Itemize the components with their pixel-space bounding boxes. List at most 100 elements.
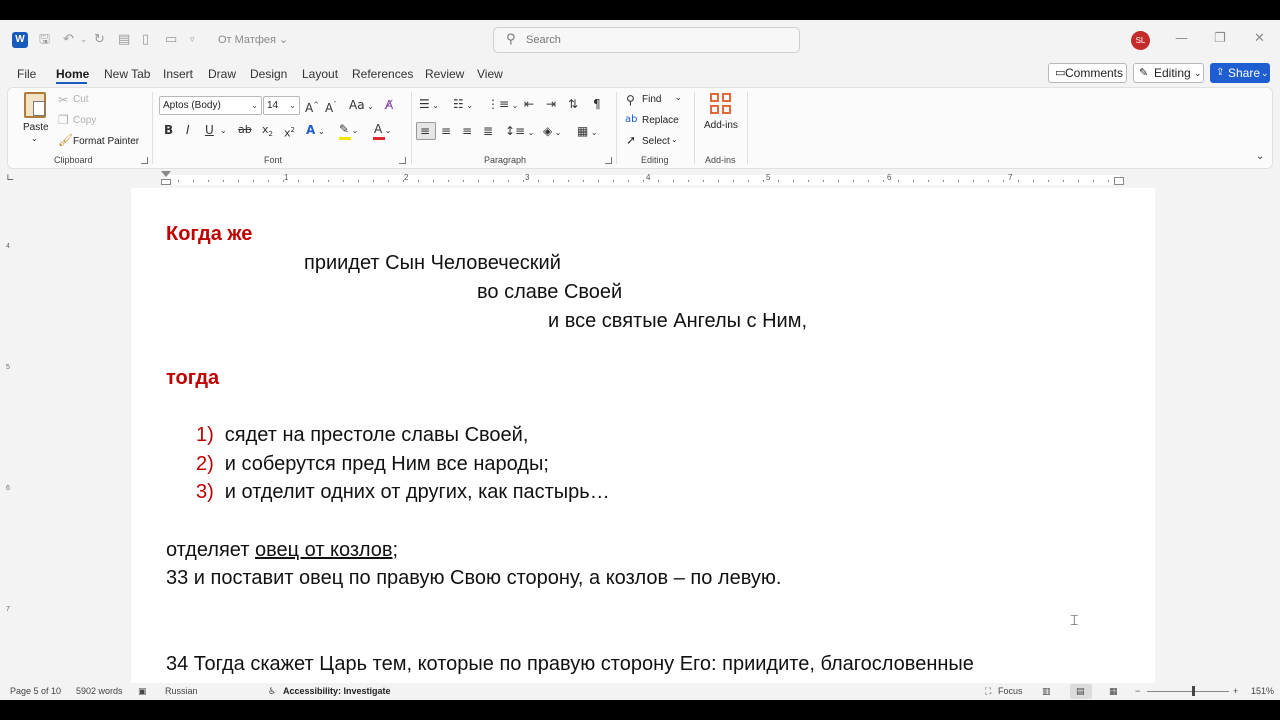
bold-icon[interactable]: B [164, 123, 173, 137]
ruler-tick [1108, 180, 1109, 182]
ruler-tick [853, 180, 854, 182]
read-mode-icon[interactable]: ▥ [1042, 686, 1051, 697]
underline-icon[interactable]: U [205, 123, 214, 137]
change-case-icon[interactable]: Aa ⌄ [349, 98, 374, 114]
format-painter-button[interactable]: Format Painter [73, 136, 139, 147]
clipboard-launcher-icon[interactable] [141, 157, 148, 164]
borders-icon[interactable]: ▦ ⌄ [577, 124, 598, 140]
chevron-down-icon[interactable]: ⌄ [675, 93, 682, 102]
ruler-tick [733, 180, 734, 182]
divider [616, 92, 617, 164]
bullets-icon[interactable]: ☰ ⌄ [419, 97, 439, 113]
accessibility-status[interactable]: Accessibility: Investigate [283, 686, 391, 696]
ruler-tick [673, 180, 674, 182]
ruler-tick [763, 180, 764, 182]
zoom-out-icon[interactable]: − [1135, 686, 1140, 696]
grow-font-icon[interactable]: A^ [305, 98, 319, 115]
undo-icon[interactable]: ↶ [63, 31, 74, 49]
restore-button[interactable]: ❐ [1214, 31, 1226, 46]
ruler-tick [223, 180, 224, 182]
font-name-dropdown[interactable]: Aptos (Body) ⌄ [159, 96, 262, 115]
chevron-down-icon[interactable]: ⌄ [671, 135, 678, 144]
customize-toolbar-icon[interactable]: ▿ [190, 31, 195, 49]
numbering-icon[interactable]: ☷ ⌄ [453, 97, 473, 113]
web-layout-icon[interactable]: ▦ [1109, 686, 1118, 697]
ruler-tick [508, 180, 509, 182]
editing-mode-button[interactable]: ✎ Editing ⌄ [1133, 63, 1204, 83]
select-button[interactable]: Select [642, 136, 670, 147]
justify-icon[interactable]: ≣ [483, 124, 493, 138]
close-button[interactable]: ✕ [1254, 31, 1265, 46]
new-document-icon[interactable]: ▯ [142, 31, 149, 49]
shading-icon[interactable]: ◈ ⌄ [543, 124, 561, 140]
language-indicator[interactable]: Russian [165, 686, 198, 696]
paragraph-launcher-icon[interactable] [605, 157, 612, 164]
align-right-icon[interactable]: ≡ [462, 124, 472, 138]
clear-formatting-icon[interactable]: A̸ [385, 98, 393, 112]
search-input[interactable] [526, 32, 786, 48]
multilevel-list-icon[interactable]: ⋮≡ ⌄ [487, 97, 518, 113]
collapse-ribbon-icon[interactable]: ⌄ [1256, 150, 1264, 164]
focus-button[interactable]: Focus [998, 686, 1023, 696]
zoom-slider[interactable] [1147, 691, 1229, 692]
sort-icon[interactable]: ⇅ [568, 97, 578, 111]
tab-view[interactable]: View [477, 67, 503, 81]
tab-references[interactable]: References [352, 67, 413, 81]
font-color-icon[interactable]: A ⌄ [374, 122, 391, 138]
minimize-button[interactable]: — [1175, 31, 1188, 46]
right-indent-marker[interactable] [1114, 177, 1124, 185]
tab-layout[interactable]: Layout [302, 67, 338, 81]
tab-review[interactable]: Review [425, 67, 464, 81]
decrease-indent-icon[interactable]: ⇤ [524, 97, 534, 111]
comments-button[interactable]: ▭ Comments [1048, 63, 1127, 83]
tab-insert[interactable]: Insert [163, 67, 193, 81]
superscript-icon[interactable]: x2 [284, 123, 295, 141]
tab-new-tab[interactable]: New Tab [104, 67, 150, 81]
chevron-down-icon[interactable]: ⌄ [220, 124, 227, 138]
increase-indent-icon[interactable]: ⇥ [546, 97, 556, 111]
avatar[interactable]: SL [1131, 31, 1150, 50]
zoom-level[interactable]: 151% [1251, 686, 1274, 696]
highlight-icon[interactable]: ✎ ⌄ [339, 122, 358, 138]
tab-design[interactable]: Design [250, 67, 287, 81]
document-page[interactable]: Когда же приидет Сын Человеческий во сла… [131, 188, 1155, 683]
redo-icon[interactable]: ↻ [94, 31, 105, 49]
strikethrough-icon[interactable]: ab [238, 123, 252, 137]
word-count[interactable]: 5902 words [76, 686, 123, 696]
addins-button[interactable]: Add-ins [704, 120, 738, 131]
subscript-icon[interactable]: x2 [262, 123, 273, 141]
page-count[interactable]: Page 5 of 10 [10, 686, 61, 696]
show-formatting-icon[interactable]: ¶ [593, 97, 601, 111]
zoom-in-icon[interactable]: + [1233, 686, 1238, 696]
line-spacing-icon[interactable]: ↕≡ ⌄ [505, 124, 534, 140]
font-size-dropdown[interactable]: 14 ⌄ [263, 96, 300, 115]
tab-draw[interactable]: Draw [208, 67, 236, 81]
text-effects-icon[interactable]: A ⌄ [306, 123, 325, 139]
proofing-icon[interactable]: ▣ [138, 686, 147, 697]
font-launcher-icon[interactable] [399, 157, 406, 164]
indent-marker[interactable] [161, 171, 171, 187]
chevron-down-icon: ⌄ [289, 101, 296, 110]
shrink-font-icon[interactable]: Aˇ [325, 98, 337, 115]
zoom-slider-thumb[interactable] [1192, 686, 1195, 696]
italic-icon[interactable]: I [186, 123, 190, 137]
tab-stop-selector-icon[interactable]: ∟ [6, 172, 14, 186]
tab-file[interactable]: File [17, 67, 36, 81]
save-icon[interactable]: 🖫 [39, 31, 50, 49]
print-icon[interactable]: ▤ [118, 31, 130, 49]
undo-dropdown-icon[interactable]: ⌄ [80, 31, 88, 49]
addins-icon[interactable] [710, 93, 732, 115]
align-center-icon[interactable]: ≡ [441, 124, 451, 138]
paste-button[interactable]: Paste ⌄ [20, 92, 50, 143]
document-title[interactable]: От Матфея ⌄ [218, 33, 288, 46]
cut-button[interactable]: Cut [73, 94, 89, 105]
ruler-tick [298, 180, 299, 182]
find-button[interactable]: Find [642, 94, 661, 105]
copy-button[interactable]: Copy [73, 115, 96, 126]
open-folder-icon[interactable]: ▭ [165, 31, 177, 49]
share-button[interactable]: ⇪ Share ⌄ [1210, 63, 1270, 83]
ruler-tick [178, 180, 179, 182]
replace-button[interactable]: Replace [642, 115, 679, 126]
search-box[interactable]: ⚲ [493, 27, 800, 53]
tab-home[interactable]: Home [56, 67, 89, 81]
